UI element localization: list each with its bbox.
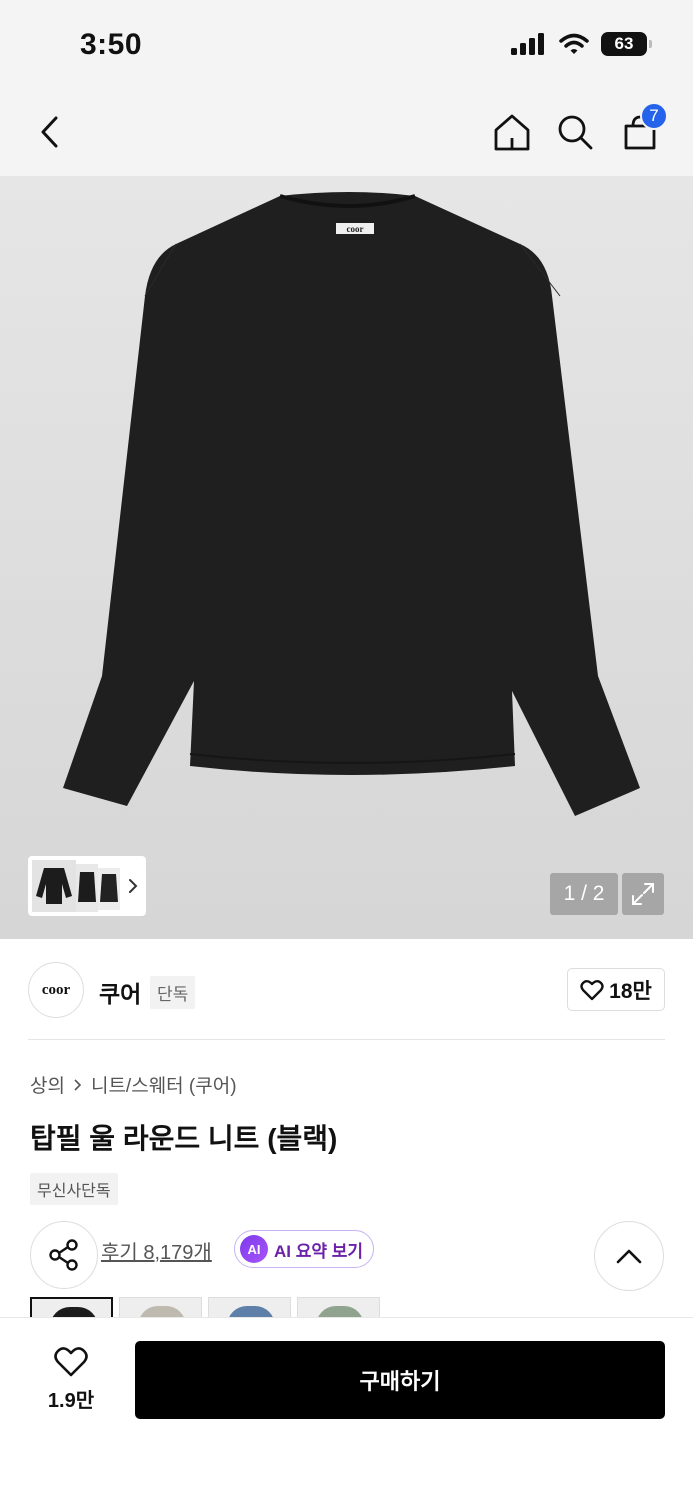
wifi-icon [559, 33, 589, 54]
scroll-to-top-button[interactable] [594, 1221, 664, 1291]
battery-indicator: 63 [601, 32, 652, 56]
chevron-up-icon [616, 1249, 642, 1264]
status-bar: 3:50 63 [0, 0, 693, 90]
home-icon [494, 114, 530, 151]
cart-count-badge: 7 [640, 102, 668, 130]
bottom-action-bar: 1.9만 구매하기 [0, 1317, 693, 1500]
ai-icon: AI [240, 1235, 268, 1263]
chevron-right-icon [129, 879, 138, 893]
brand-name[interactable]: 쿠어 [99, 975, 141, 1009]
expand-icon [632, 883, 654, 905]
cart-button[interactable]: 7 [616, 102, 668, 156]
brand-like-button[interactable]: 18만 [567, 968, 665, 1011]
top-nav: 7 [0, 90, 693, 176]
status-icons: 63 [511, 32, 652, 56]
breadcrumb-category[interactable]: 상의 [30, 1071, 65, 1098]
cellular-signal-icon [511, 33, 544, 55]
sweater-image: coor [63, 192, 640, 816]
review-count-link[interactable]: 후기 8,179개 [101, 1236, 212, 1265]
breadcrumb-subcategory[interactable]: 니트/스웨터 (쿠어) [91, 1071, 237, 1098]
image-thumbnails[interactable] [28, 856, 146, 916]
battery-level: 63 [614, 34, 634, 53]
search-button[interactable] [551, 108, 599, 156]
exclusive-tag: 무신사단독 [30, 1173, 118, 1205]
expand-image-button[interactable] [622, 873, 664, 915]
brand-row: coor 쿠어 단독 18만 [28, 960, 665, 1040]
status-time: 3:50 [80, 28, 143, 61]
heart-icon [54, 1347, 88, 1377]
heart-icon [580, 979, 604, 1000]
thumbnail-images [32, 860, 120, 912]
product-image[interactable]: coor 1 / 2 [0, 176, 693, 939]
ai-summary-button[interactable]: AI AI 요약 보기 [234, 1230, 375, 1268]
breadcrumb: 상의 니트/스웨터 (쿠어) [30, 1071, 237, 1098]
share-icon [49, 1239, 78, 1271]
brand-logo-text: coor [41, 981, 71, 998]
wishlist-count: 1.9만 [47, 1390, 95, 1412]
share-button[interactable] [30, 1221, 98, 1289]
buy-button[interactable]: 구매하기 [135, 1341, 665, 1419]
wishlist-button[interactable]: 1.9만 [30, 1346, 112, 1413]
search-icon [558, 115, 593, 150]
garment-brand-label: coor [347, 224, 364, 234]
back-button[interactable] [26, 108, 74, 156]
image-counter: 1 / 2 [550, 873, 618, 915]
brand-like-count: 18만 [609, 979, 652, 1003]
ai-summary-label: AI 요약 보기 [274, 1241, 364, 1261]
home-button[interactable] [488, 108, 536, 156]
brand-exclusive-tag: 단독 [150, 976, 196, 1009]
chevron-left-icon [41, 116, 58, 148]
product-title: 탑필 울 라운드 니트 (블랙) [30, 1123, 338, 1154]
brand-logo[interactable]: coor [28, 962, 84, 1018]
chevron-right-icon [74, 1078, 82, 1091]
